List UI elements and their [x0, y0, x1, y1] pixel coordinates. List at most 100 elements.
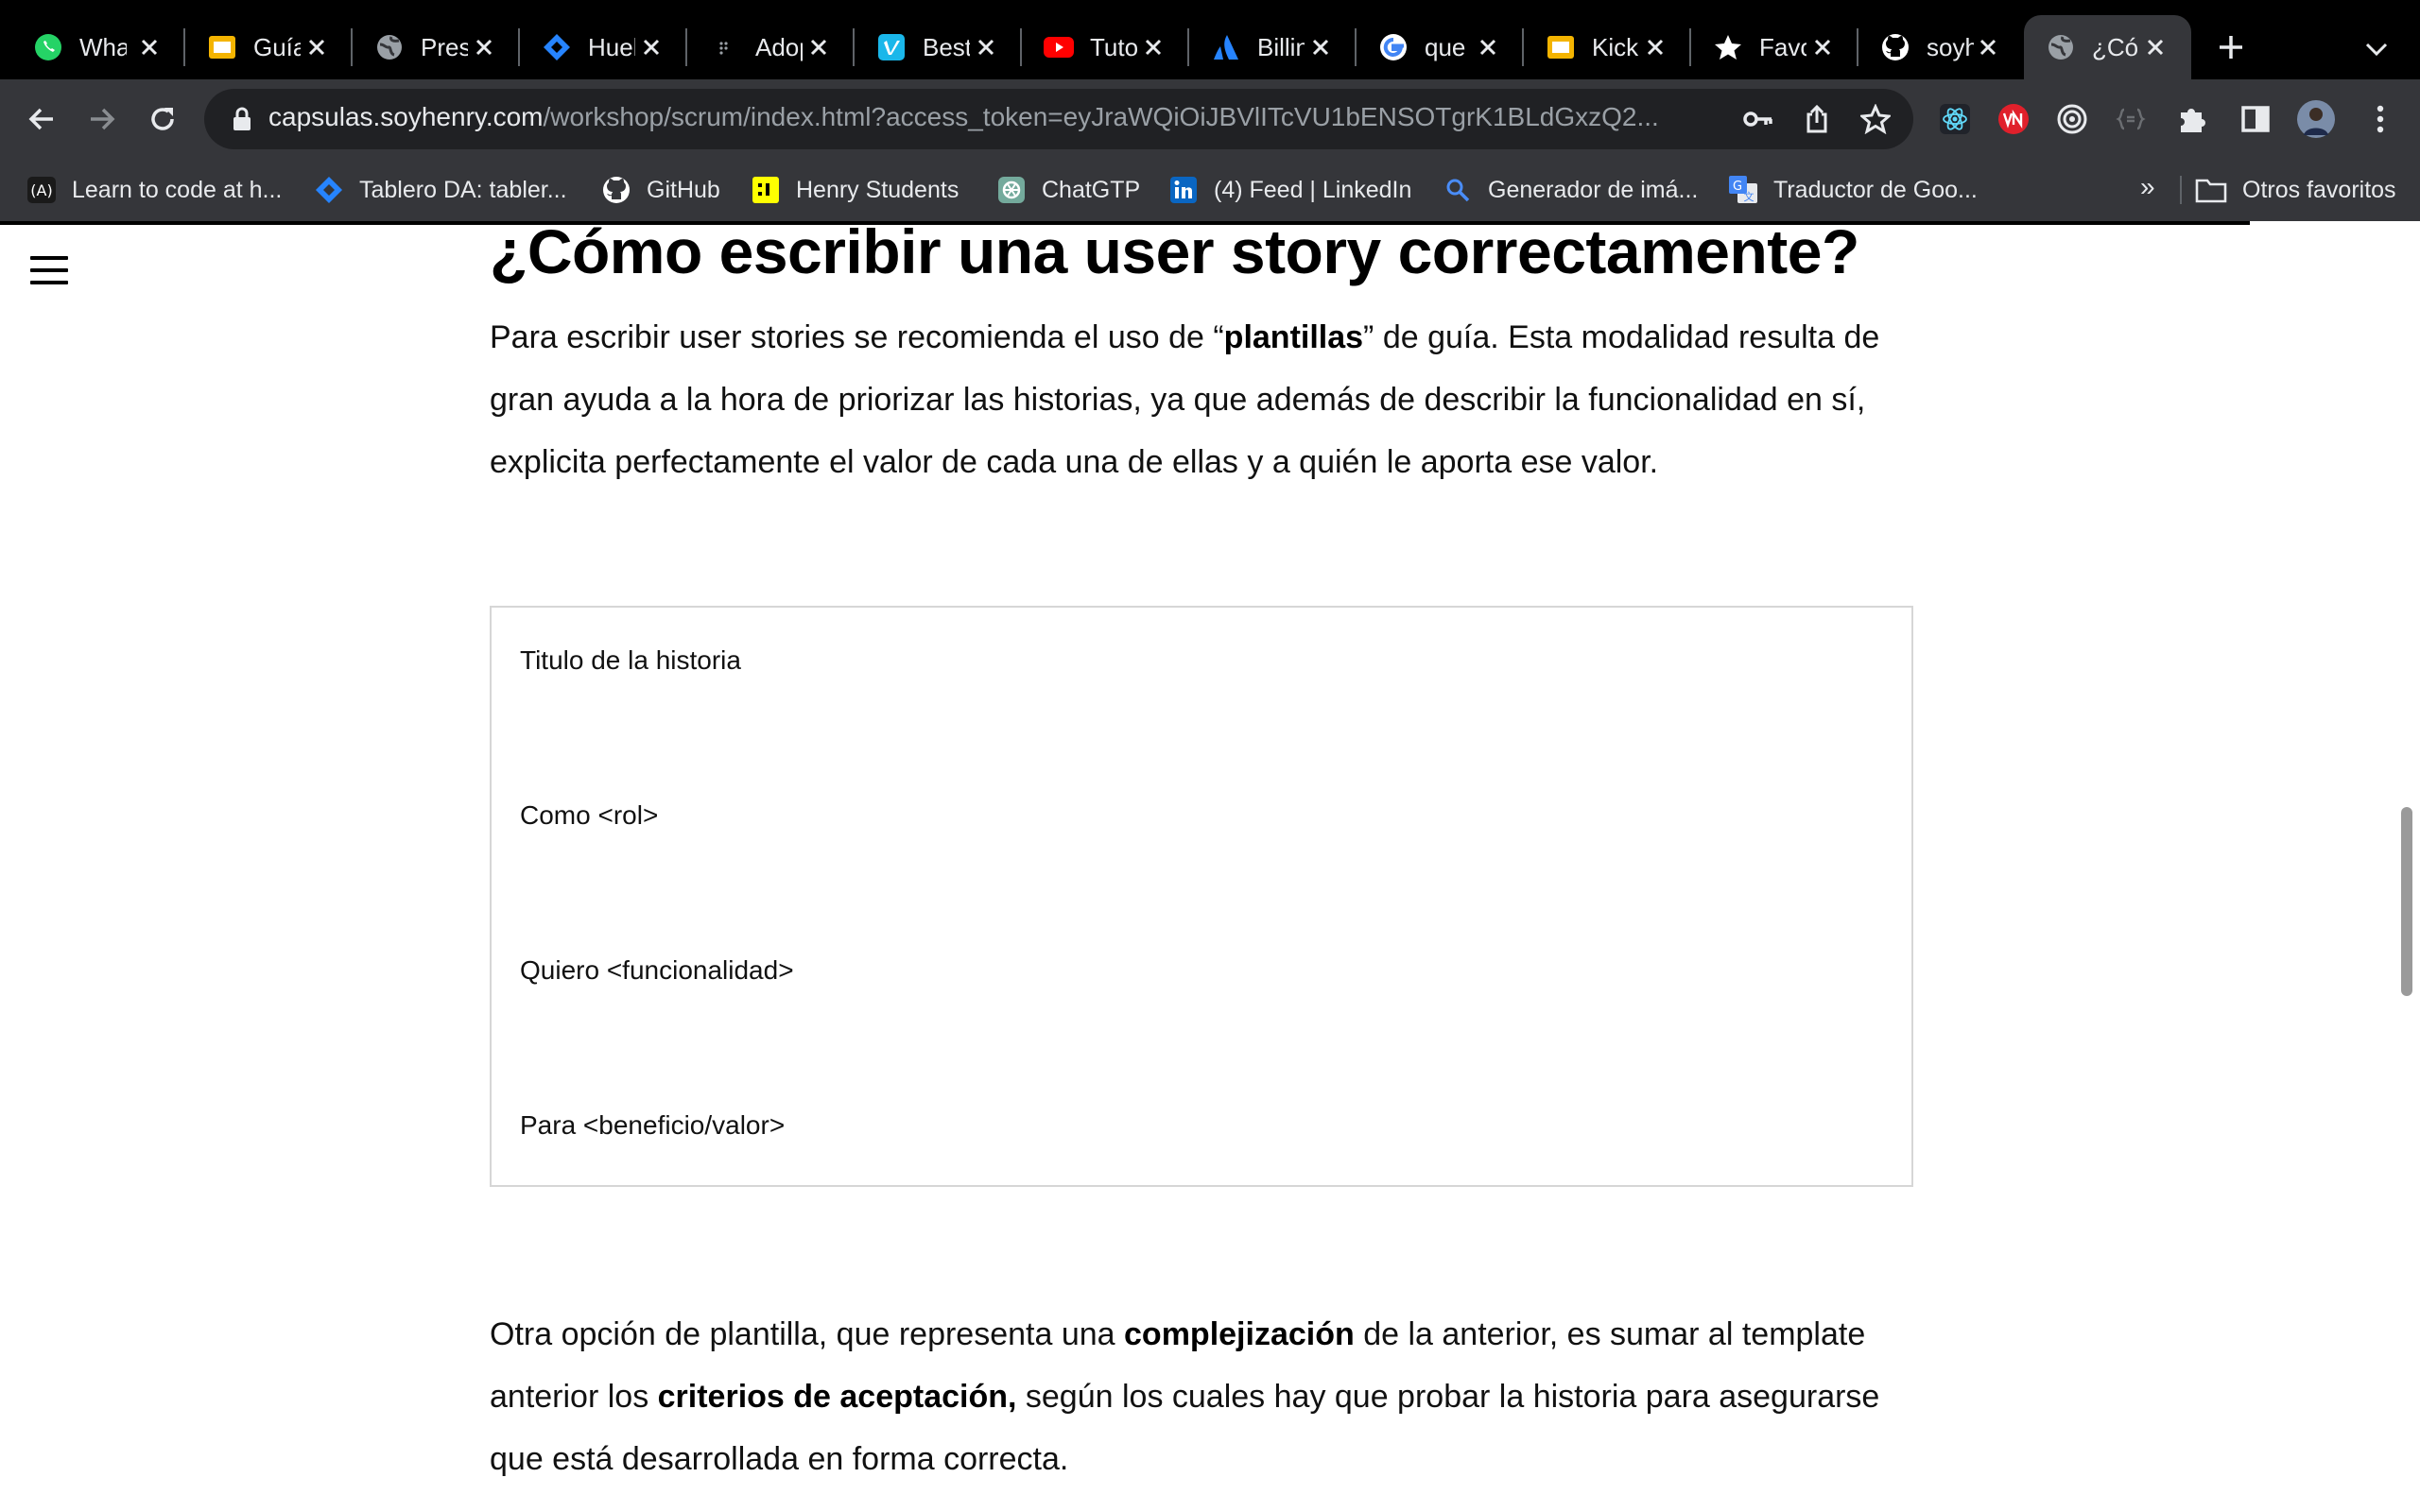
tab-adopcion[interactable]: Adopción	[687, 15, 855, 79]
dots-icon	[708, 31, 740, 63]
tab-whatsapp[interactable]: WhatsApp	[0, 15, 185, 79]
puzzle-icon[interactable]	[2172, 98, 2214, 140]
share-icon[interactable]	[1800, 102, 1834, 136]
tab-search-button[interactable]	[2354, 26, 2399, 72]
globe-icon	[2045, 31, 2077, 63]
bookmarks-overflow-button[interactable]: »	[2140, 172, 2155, 202]
article-heading: ¿Cómo escribir una user story correctame…	[490, 221, 1859, 286]
text-span: Para escribir user stories se recomienda…	[490, 319, 1224, 355]
menu-kebab-icon[interactable]	[2360, 98, 2401, 140]
star-icon	[1712, 31, 1744, 63]
bookmark-label: (4) Feed | LinkedIn	[1214, 176, 1412, 203]
bookmark-label: Traductor de Goo...	[1773, 176, 1978, 203]
close-icon[interactable]	[967, 28, 1005, 66]
close-icon[interactable]	[1134, 28, 1172, 66]
bold-term: plantillas	[1223, 319, 1364, 355]
tab-soyhenry[interactable]: soyhenry	[1858, 15, 2024, 79]
hamburger-line	[30, 256, 68, 260]
tab-best[interactable]: Best	[855, 15, 1022, 79]
bookmark-learn-to-code[interactable]: (A) Learn to code at h...	[26, 172, 282, 208]
tab-label: Huella	[588, 32, 635, 61]
close-icon[interactable]	[130, 28, 168, 66]
hamburger-line	[30, 281, 68, 284]
close-icon[interactable]	[298, 28, 336, 66]
tab-label: Favoritos	[1759, 32, 1806, 61]
svg-text:G: G	[1733, 180, 1742, 194]
tab-label: ¿Cómo	[2092, 32, 2139, 61]
close-icon[interactable]	[2136, 28, 2174, 66]
atlassian-icon	[1210, 31, 1242, 63]
tab-tutorial[interactable]: Tutorial	[1022, 15, 1189, 79]
scrollbar-thumb[interactable]	[2401, 807, 2412, 996]
text-span: Otra opción de plantilla, que representa…	[490, 1316, 1125, 1352]
acceptance-criteria-paragraph: Otra opción de plantilla, que representa…	[490, 1303, 1927, 1490]
close-icon[interactable]	[800, 28, 838, 66]
linkedin-icon	[1168, 175, 1199, 205]
url-text[interactable]: capsulas.soyhenry.com/workshop/scrum/ind…	[268, 102, 1762, 132]
bookmark-github[interactable]: GitHub	[601, 172, 720, 208]
henry-icon: (A)	[26, 175, 57, 205]
bookmark-chatgtp[interactable]: ChatGTP	[996, 172, 1140, 208]
hamburger-line	[30, 268, 68, 272]
tab-como-active[interactable]: ¿Cómo	[2024, 15, 2191, 79]
bookmark-henry-students[interactable]: Henry Students	[751, 172, 959, 208]
tab-label: Best	[923, 32, 970, 61]
lock-icon[interactable]	[227, 104, 257, 134]
tab-favoritos[interactable]: Favoritos	[1691, 15, 1858, 79]
reload-button[interactable]	[140, 96, 185, 142]
github-icon	[1879, 31, 1911, 63]
forward-button[interactable]	[79, 96, 125, 142]
avatar[interactable]	[2295, 98, 2337, 140]
address-bar[interactable]: capsulas.soyhenry.com/workshop/scrum/ind…	[204, 89, 1913, 149]
browser-toolbar: capsulas.soyhenry.com/workshop/scrum/ind…	[0, 79, 2420, 159]
json-extension-icon[interactable]	[2110, 98, 2152, 140]
close-icon[interactable]	[632, 28, 670, 66]
close-icon[interactable]	[1302, 28, 1340, 66]
key-icon[interactable]	[1741, 102, 1775, 136]
target-extension-icon[interactable]	[2051, 98, 2093, 140]
close-icon[interactable]	[465, 28, 503, 66]
tab-guia[interactable]: Guía	[185, 15, 353, 79]
back-button[interactable]	[19, 96, 64, 142]
close-icon[interactable]	[1636, 28, 1674, 66]
bookmark-star-icon[interactable]	[1858, 102, 1893, 136]
react-devtools-icon[interactable]	[1934, 98, 1976, 140]
bookmark-label: Generador de imá...	[1488, 176, 1699, 203]
close-icon[interactable]	[1969, 28, 2007, 66]
bookmark-traductor[interactable]: G文 Traductor de Goo...	[1728, 172, 1978, 208]
other-bookmarks-folder[interactable]: Otros favoritos	[2195, 172, 2396, 208]
jira-icon	[541, 31, 573, 63]
url-path: /workshop/scrum/index.html?access_token=…	[543, 102, 1659, 131]
tab-label: Guía	[253, 32, 301, 61]
tab-que[interactable]: que	[1357, 15, 1524, 79]
tab-label: que	[1425, 32, 1466, 61]
tab-huella[interactable]: Huella	[520, 15, 687, 79]
new-tab-button[interactable]	[2208, 25, 2254, 70]
bookmark-label: Henry Students	[796, 176, 959, 203]
tab-billing[interactable]: Billing	[1189, 15, 1357, 79]
tab-presentacion[interactable]: Presentación	[353, 15, 520, 79]
bold-term: complejización	[1124, 1316, 1355, 1352]
hamburger-menu-button[interactable]	[28, 249, 70, 291]
tab-label: WhatsApp	[79, 32, 127, 61]
url-host: capsulas.soyhenry.com	[268, 102, 544, 131]
bookmark-label: Learn to code at h...	[72, 176, 283, 203]
user-story-template-box: Titulo de la historia Como <rol> Quiero …	[490, 606, 1913, 1187]
template-line-feature: Quiero <funcionalidad>	[520, 955, 794, 985]
tab-kickoff[interactable]: Kickoff	[1524, 15, 1691, 79]
bookmark-tablero-da[interactable]: Tablero DA: tabler...	[314, 172, 567, 208]
close-icon[interactable]	[1469, 28, 1507, 66]
bookmark-generador-imagenes[interactable]: Generador de imá...	[1443, 172, 1698, 208]
bookmarks-separator	[2180, 176, 2182, 204]
bookmark-linkedin[interactable]: (4) Feed | LinkedIn	[1168, 172, 1411, 208]
bookmark-label: GitHub	[647, 176, 720, 203]
vn-extension-icon[interactable]	[1993, 98, 2034, 140]
bookmark-label: Tablero DA: tabler...	[359, 176, 567, 203]
tab-label: Tutorial	[1090, 32, 1137, 61]
side-panel-icon[interactable]	[2235, 98, 2276, 140]
translate-icon: G文	[1728, 175, 1758, 205]
whatsapp-icon	[32, 31, 64, 63]
jira-icon	[314, 175, 344, 205]
close-icon[interactable]	[1804, 28, 1841, 66]
henry-students-icon	[751, 175, 781, 205]
